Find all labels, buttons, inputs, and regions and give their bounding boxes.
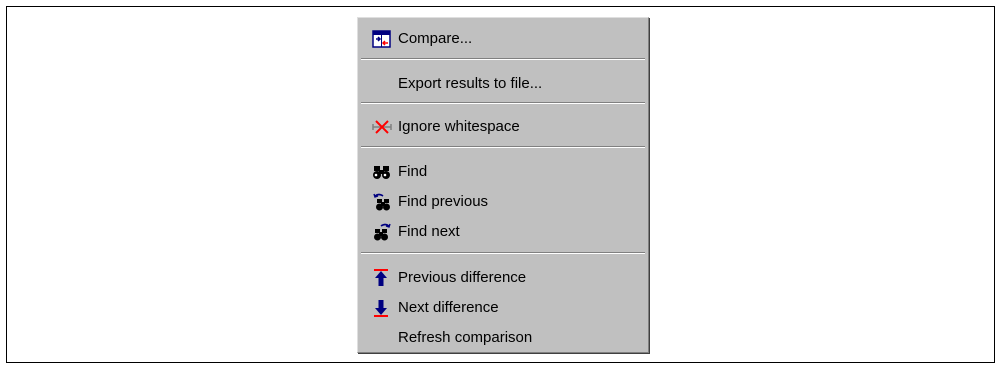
binoculars-icon xyxy=(371,162,393,182)
menu-item-label: Find xyxy=(398,163,428,180)
ignore-whitespace-icon xyxy=(371,117,393,137)
menu-separator xyxy=(361,252,645,254)
menu-item-label: Ignore whitespace xyxy=(398,118,520,135)
menu-item-label: Refresh comparison xyxy=(398,329,533,346)
menu-item-label: Next difference xyxy=(398,299,499,316)
find-previous-icon xyxy=(371,192,393,212)
compare-icon xyxy=(371,29,393,49)
menu-item-label: Compare... xyxy=(398,30,473,47)
menu-separator xyxy=(361,102,645,104)
menu-item-next-difference[interactable]: Next difference xyxy=(358,295,648,321)
menu-separator xyxy=(361,58,645,60)
menu-separator xyxy=(361,146,645,148)
menu-item-find-previous[interactable]: Find previous xyxy=(358,189,648,215)
arrow-up-icon xyxy=(371,268,393,288)
menu-item-export-results[interactable]: Export results to file... xyxy=(358,71,648,97)
menu-item-previous-difference[interactable]: Previous difference xyxy=(358,265,648,291)
menu-item-compare[interactable]: Compare... xyxy=(358,26,648,52)
menu-item-label: Find previous xyxy=(398,193,489,210)
arrow-down-icon xyxy=(371,298,393,318)
menu-item-label: Find next xyxy=(398,223,460,240)
menu-item-ignore-whitespace[interactable]: Ignore whitespace xyxy=(358,114,648,140)
find-next-icon xyxy=(371,222,393,242)
menu-item-label: Export results to file... xyxy=(398,75,543,92)
context-menu: Compare... Export results to file... Ign… xyxy=(357,17,649,353)
menu-item-label: Previous difference xyxy=(398,269,527,286)
menu-item-find-next[interactable]: Find next xyxy=(358,219,648,245)
menu-item-find[interactable]: Find xyxy=(358,159,648,185)
menu-item-refresh-comparison[interactable]: Refresh comparison xyxy=(358,325,648,351)
